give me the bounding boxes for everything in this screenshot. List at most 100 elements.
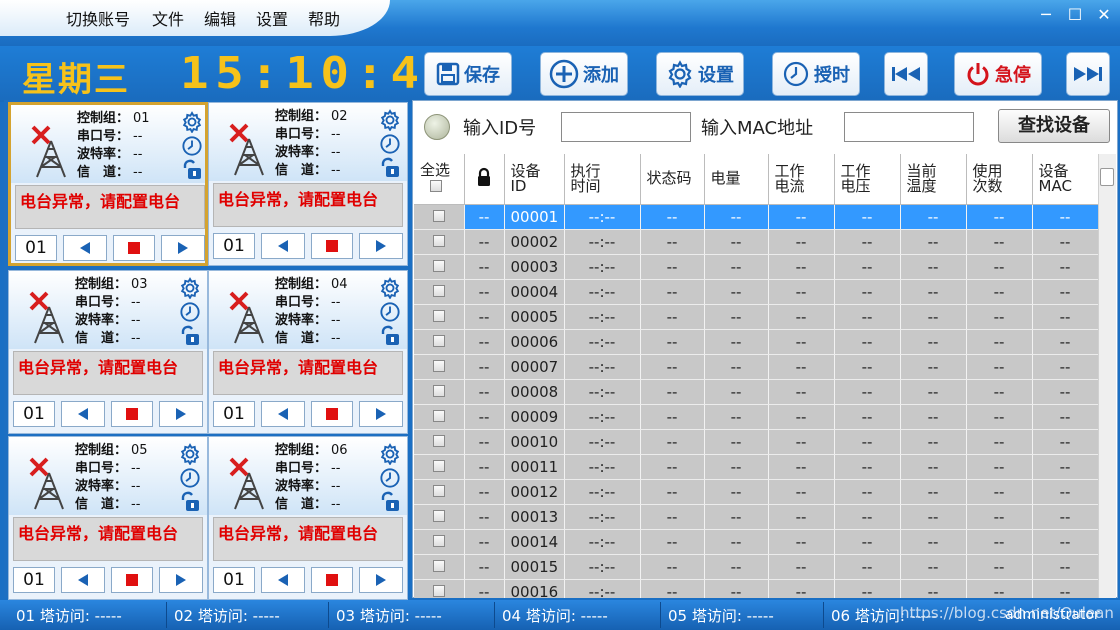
table-row[interactable]: -- 00004 --:-- -- -- -- -- -- -- --	[414, 279, 1098, 305]
row-checkbox[interactable]	[432, 459, 445, 472]
mac-input[interactable]	[844, 112, 974, 142]
next-button[interactable]	[159, 567, 203, 593]
prev-button[interactable]	[261, 233, 305, 259]
prev-button[interactable]	[61, 567, 105, 593]
row-select-cell[interactable]	[414, 529, 465, 555]
next-button[interactable]	[159, 401, 203, 427]
table-row[interactable]: -- 00014 --:-- -- -- -- -- -- -- --	[414, 529, 1098, 555]
table-scrollbar[interactable]	[1098, 154, 1116, 598]
radio-card[interactable]: 控制组： 06 串口号： -- 波特率： -- 信 道： -- 电台异常，请配置电台 01	[208, 436, 408, 600]
row-select-cell[interactable]	[414, 354, 465, 380]
channel-number[interactable]: 01	[13, 567, 55, 593]
channel-number[interactable]: 01	[213, 567, 255, 593]
row-select-cell[interactable]	[414, 279, 465, 305]
next-button[interactable]	[161, 235, 205, 261]
clock-icon[interactable]	[379, 301, 401, 323]
row-checkbox[interactable]	[432, 534, 445, 547]
row-checkbox[interactable]	[432, 359, 445, 372]
row-checkbox[interactable]	[432, 334, 445, 347]
row-select-cell[interactable]	[414, 379, 465, 405]
unlock-icon[interactable]	[179, 325, 201, 347]
save-button[interactable]: 保存	[424, 52, 512, 96]
radio-card[interactable]: 控制组： 01 串口号： -- 波特率： -- 信 道： -- 电台异常，请配置电台 01	[8, 102, 208, 266]
channel-number[interactable]: 01	[13, 401, 55, 427]
row-checkbox[interactable]	[432, 234, 445, 247]
find-device-button[interactable]: 查找设备	[998, 109, 1110, 143]
settings-button[interactable]: 设置	[656, 52, 744, 96]
table-row[interactable]: -- 00009 --:-- -- -- -- -- -- -- --	[414, 404, 1098, 430]
unlock-icon[interactable]	[181, 159, 203, 181]
row-checkbox[interactable]	[432, 284, 445, 297]
table-row[interactable]: -- 00013 --:-- -- -- -- -- -- -- --	[414, 504, 1098, 530]
table-row[interactable]: -- 00006 --:-- -- -- -- -- -- -- --	[414, 329, 1098, 355]
next-button[interactable]	[359, 401, 403, 427]
skip-forward-button[interactable]	[1066, 52, 1110, 96]
row-checkbox[interactable]	[432, 409, 445, 422]
row-checkbox[interactable]	[432, 259, 445, 272]
stop-button[interactable]	[311, 401, 353, 427]
unlock-icon[interactable]	[379, 157, 401, 179]
prev-button[interactable]	[261, 567, 305, 593]
menu-file[interactable]: 文件	[152, 6, 184, 30]
menu-help[interactable]: 帮助	[308, 6, 340, 30]
stop-button[interactable]	[111, 401, 153, 427]
clock-icon[interactable]	[379, 467, 401, 489]
clock-icon[interactable]	[379, 133, 401, 155]
gear-icon[interactable]	[179, 277, 201, 299]
row-select-cell[interactable]	[414, 404, 465, 430]
gear-icon[interactable]	[379, 109, 401, 131]
add-button[interactable]: 添加	[540, 52, 628, 96]
skip-back-button[interactable]	[884, 52, 928, 96]
row-select-cell[interactable]	[414, 504, 465, 530]
table-row[interactable]: -- 00003 --:-- -- -- -- -- -- -- --	[414, 254, 1098, 280]
table-row[interactable]: -- 00011 --:-- -- -- -- -- -- -- --	[414, 454, 1098, 480]
row-select-cell[interactable]	[414, 479, 465, 505]
radio-card[interactable]: 控制组： 05 串口号： -- 波特率： -- 信 道： -- 电台异常，请配置电台 01	[8, 436, 208, 600]
row-select-cell[interactable]	[414, 429, 465, 455]
gear-icon[interactable]	[181, 111, 203, 133]
prev-button[interactable]	[261, 401, 305, 427]
unlock-icon[interactable]	[379, 491, 401, 513]
row-select-cell[interactable]	[414, 329, 465, 355]
unlock-icon[interactable]	[179, 491, 201, 513]
row-select-cell[interactable]	[414, 254, 465, 280]
stop-button[interactable]	[311, 567, 353, 593]
maximize-button[interactable]: ☐	[1063, 4, 1087, 26]
row-checkbox[interactable]	[432, 584, 445, 597]
gear-icon[interactable]	[379, 277, 401, 299]
table-row[interactable]: -- 00007 --:-- -- -- -- -- -- -- --	[414, 354, 1098, 380]
menu-settings[interactable]: 设置	[256, 6, 288, 30]
table-row[interactable]: -- 00012 --:-- -- -- -- -- -- -- --	[414, 479, 1098, 505]
row-checkbox[interactable]	[432, 509, 445, 522]
select-all-header[interactable]: 全选	[414, 154, 465, 205]
row-checkbox[interactable]	[432, 209, 445, 222]
clock-icon[interactable]	[179, 467, 201, 489]
table-row[interactable]: -- 00015 --:-- -- -- -- -- -- -- --	[414, 554, 1098, 580]
row-select-cell[interactable]	[414, 579, 465, 598]
menu-switch-account[interactable]: 切换账号	[66, 6, 130, 30]
clock-icon[interactable]	[181, 135, 203, 157]
table-row[interactable]: -- 00010 --:-- -- -- -- -- -- -- --	[414, 429, 1098, 455]
clock-icon[interactable]	[179, 301, 201, 323]
radio-card[interactable]: 控制组： 02 串口号： -- 波特率： -- 信 道： -- 电台异常，请配置电台 01	[208, 102, 408, 266]
table-row[interactable]: -- 00001 --:-- -- -- -- -- -- -- --	[414, 204, 1098, 230]
row-checkbox[interactable]	[432, 309, 445, 322]
stop-button[interactable]	[311, 233, 353, 259]
emergency-stop-button[interactable]: 急停	[954, 52, 1042, 96]
next-button[interactable]	[359, 567, 403, 593]
row-checkbox[interactable]	[432, 559, 445, 572]
row-select-cell[interactable]	[414, 454, 465, 480]
minimize-button[interactable]: ─	[1034, 4, 1058, 26]
radio-card[interactable]: 控制组： 04 串口号： -- 波特率： -- 信 道： -- 电台异常，请配置电台 01	[208, 270, 408, 434]
menu-edit[interactable]: 编辑	[204, 6, 236, 30]
table-row[interactable]: -- 00008 --:-- -- -- -- -- -- -- --	[414, 379, 1098, 405]
select-all-checkbox[interactable]	[430, 179, 442, 192]
table-row[interactable]: -- 00005 --:-- -- -- -- -- -- -- --	[414, 304, 1098, 330]
row-checkbox[interactable]	[432, 434, 445, 447]
gear-icon[interactable]	[379, 443, 401, 465]
radio-card[interactable]: 控制组： 03 串口号： -- 波特率： -- 信 道： -- 电台异常，请配置电台 01	[8, 270, 208, 434]
prev-button[interactable]	[63, 235, 107, 261]
scrollbar-thumb[interactable]	[1100, 168, 1114, 186]
row-select-cell[interactable]	[414, 304, 465, 330]
row-select-cell[interactable]	[414, 554, 465, 580]
